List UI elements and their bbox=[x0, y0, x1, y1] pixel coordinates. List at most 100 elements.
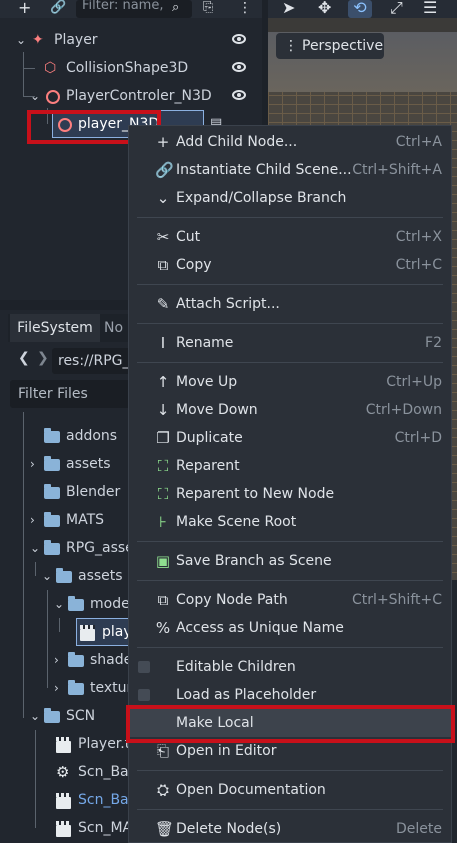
chevron-down-icon[interactable]: ⌄ bbox=[54, 590, 64, 618]
duplicate-icon: ❐ bbox=[156, 429, 170, 447]
menu-item-load-placeholder[interactable]: Load as Placeholder bbox=[129, 681, 451, 709]
menu-item-label: Access as Unique Name bbox=[176, 620, 344, 636]
menu-item-label: Save Branch as Scene bbox=[176, 553, 332, 569]
menu-item-open-documentation[interactable]: ⛭ Open Documentation bbox=[129, 776, 451, 804]
link-icon[interactable]: 🔗 bbox=[50, 0, 66, 18]
filter-files-input[interactable]: Filter Files bbox=[10, 380, 134, 408]
path-field[interactable]: res://RPG_a bbox=[52, 348, 132, 374]
fs-item-label: SCN bbox=[66, 708, 96, 724]
menu-item-move-down[interactable]: ↓ Move Down Ctrl+Down bbox=[129, 396, 451, 424]
back-arrow-icon[interactable]: ❮ bbox=[18, 350, 30, 366]
collision-shape-icon: ⬡ bbox=[44, 60, 57, 76]
visibility-eye-icon[interactable] bbox=[232, 90, 246, 100]
menu-item-cut[interactable]: ✂ Cut Ctrl+X bbox=[129, 223, 451, 251]
doc-icon: ⛭ bbox=[156, 781, 169, 799]
scene-file-icon bbox=[80, 625, 95, 641]
menu-item-add-child-node[interactable]: + Add Child Node... Ctrl+A bbox=[129, 128, 451, 156]
menu-item-instantiate-child-scene[interactable]: 🔗 Instantiate Child Scene... Ctrl+Shift+… bbox=[129, 156, 451, 184]
script-icon: ✎ bbox=[156, 295, 170, 313]
chevron-down-icon[interactable]: ⌄ bbox=[16, 26, 26, 54]
scale-tool-icon[interactable]: ⤢ bbox=[390, 0, 403, 18]
rotate-tool-icon[interactable]: ⟲ bbox=[348, 0, 372, 18]
folder-icon bbox=[68, 596, 84, 611]
reparent-icon: ⛶ bbox=[157, 457, 169, 475]
fs-item-label: MATS bbox=[66, 512, 105, 528]
menu-item-shortcut: Ctrl+X bbox=[395, 229, 442, 245]
chevron-down-icon[interactable]: ⌄ bbox=[42, 562, 52, 590]
chevron-right-icon[interactable]: › bbox=[30, 450, 35, 478]
menu-item-duplicate[interactable]: ❐ Duplicate Ctrl+D bbox=[129, 424, 451, 452]
menu-item-label: Make Scene Root bbox=[176, 514, 297, 530]
menu-item-label: Add Child Node... bbox=[176, 134, 298, 150]
menu-item-shortcut: Delete bbox=[396, 821, 442, 837]
tree-item-label: CollisionShape3D bbox=[66, 60, 189, 76]
trash-icon: 🗑 bbox=[155, 820, 175, 838]
kebab-menu-icon: ⋮ bbox=[284, 38, 298, 54]
list-tool-icon[interactable]: ☰ bbox=[423, 0, 437, 18]
menu-item-reparent[interactable]: ⛶ Reparent bbox=[129, 452, 451, 480]
menu-item-reparent-new[interactable]: ⛶ Reparent to New Node bbox=[129, 480, 451, 508]
menu-separator bbox=[137, 809, 443, 810]
menu-separator bbox=[137, 284, 443, 285]
chevron-right-icon[interactable]: › bbox=[54, 646, 59, 674]
checkbox-icon[interactable] bbox=[138, 689, 150, 701]
menu-item-label: Expand/Collapse Branch bbox=[176, 190, 347, 206]
folder-icon bbox=[68, 680, 84, 695]
fs-item-label: RPG_asse bbox=[66, 540, 134, 556]
folder-icon bbox=[44, 456, 60, 471]
viewport-toolbar: ➤ ✥ ⟲ ⤢ ☰ bbox=[268, 0, 457, 18]
menu-item-label: Delete Node(s) bbox=[176, 821, 282, 837]
menu-item-rename[interactable]: I Rename F2 bbox=[129, 329, 451, 357]
chevron-down-icon: ⌄ bbox=[156, 189, 170, 207]
menu-item-shortcut: Ctrl+A bbox=[395, 134, 442, 150]
menu-item-label: Move Up bbox=[176, 374, 238, 390]
kebab-menu-icon[interactable]: ⋮ bbox=[238, 0, 252, 18]
menu-separator bbox=[137, 362, 443, 363]
menu-item-make-local[interactable]: Make Local bbox=[129, 709, 451, 737]
visibility-eye-icon[interactable] bbox=[232, 62, 246, 72]
menu-item-shortcut: Ctrl+D bbox=[394, 430, 442, 446]
tree-item-player[interactable]: ⌄ ✦ Player bbox=[0, 26, 262, 54]
scissors-icon: ✂ bbox=[156, 228, 170, 246]
script-add-icon[interactable]: ⎘ bbox=[203, 0, 213, 18]
gear-icon: ⚙ bbox=[56, 763, 70, 781]
visibility-eye-icon[interactable] bbox=[232, 34, 246, 44]
fs-item-label: Blender bbox=[66, 484, 121, 500]
menu-separator bbox=[137, 647, 443, 648]
tree-item-collisionshape[interactable]: ⬡ CollisionShape3D bbox=[0, 54, 262, 82]
perspective-button[interactable]: ⋮ Perspective bbox=[276, 33, 384, 59]
menu-item-unique-name[interactable]: % Access as Unique Name bbox=[129, 614, 451, 642]
fs-item-label: assets bbox=[66, 456, 111, 472]
menu-separator bbox=[137, 217, 443, 218]
select-tool-icon[interactable]: ➤ bbox=[282, 0, 295, 18]
folder-icon bbox=[44, 708, 60, 723]
menu-item-save-branch[interactable]: ▣ Save Branch as Scene bbox=[129, 547, 451, 575]
arrow-down-icon: ↓ bbox=[156, 401, 170, 419]
move-tool-icon[interactable]: ✥ bbox=[318, 0, 331, 18]
tree-item-playercontroler[interactable]: ⌄ PlayerControler_N3D bbox=[0, 82, 262, 110]
menu-item-label: Instantiate Child Scene... bbox=[176, 162, 352, 178]
menu-item-copy[interactable]: ⧉ Copy Ctrl+C bbox=[129, 251, 451, 279]
forward-arrow-icon[interactable]: ❯ bbox=[37, 350, 49, 366]
menu-item-expand-collapse[interactable]: ⌄ Expand/Collapse Branch bbox=[129, 184, 451, 212]
chevron-right-icon[interactable]: › bbox=[30, 506, 35, 534]
search-icon: ⌕ bbox=[172, 0, 180, 15]
menu-item-open-in-editor[interactable]: ⎗ Open in Editor bbox=[129, 737, 451, 765]
menu-item-make-scene-root[interactable]: ⊦ Make Scene Root bbox=[129, 508, 451, 536]
checkbox-icon[interactable] bbox=[138, 661, 150, 673]
fs-item-label: mode bbox=[90, 596, 130, 612]
menu-item-editable-children[interactable]: Editable Children bbox=[129, 653, 451, 681]
tab-filesystem[interactable]: FileSystem bbox=[10, 314, 100, 342]
add-node-icon[interactable]: + bbox=[18, 0, 31, 18]
menu-item-delete-nodes[interactable]: 🗑 Delete Node(s) Delete bbox=[129, 815, 451, 843]
node3d-icon bbox=[46, 90, 60, 104]
menu-item-attach-script[interactable]: ✎ Attach Script... bbox=[129, 290, 451, 318]
chevron-down-icon[interactable]: ⌄ bbox=[30, 82, 40, 110]
folder-icon bbox=[44, 540, 60, 555]
chevron-down-icon[interactable]: ⌄ bbox=[30, 534, 40, 562]
menu-item-copy-node-path[interactable]: ⧉ Copy Node Path Ctrl+Shift+C bbox=[129, 586, 451, 614]
chevron-down-icon[interactable]: ⌄ bbox=[30, 702, 40, 730]
chevron-right-icon[interactable]: › bbox=[54, 674, 59, 702]
menu-separator bbox=[137, 580, 443, 581]
menu-item-move-up[interactable]: ↑ Move Up Ctrl+Up bbox=[129, 368, 451, 396]
